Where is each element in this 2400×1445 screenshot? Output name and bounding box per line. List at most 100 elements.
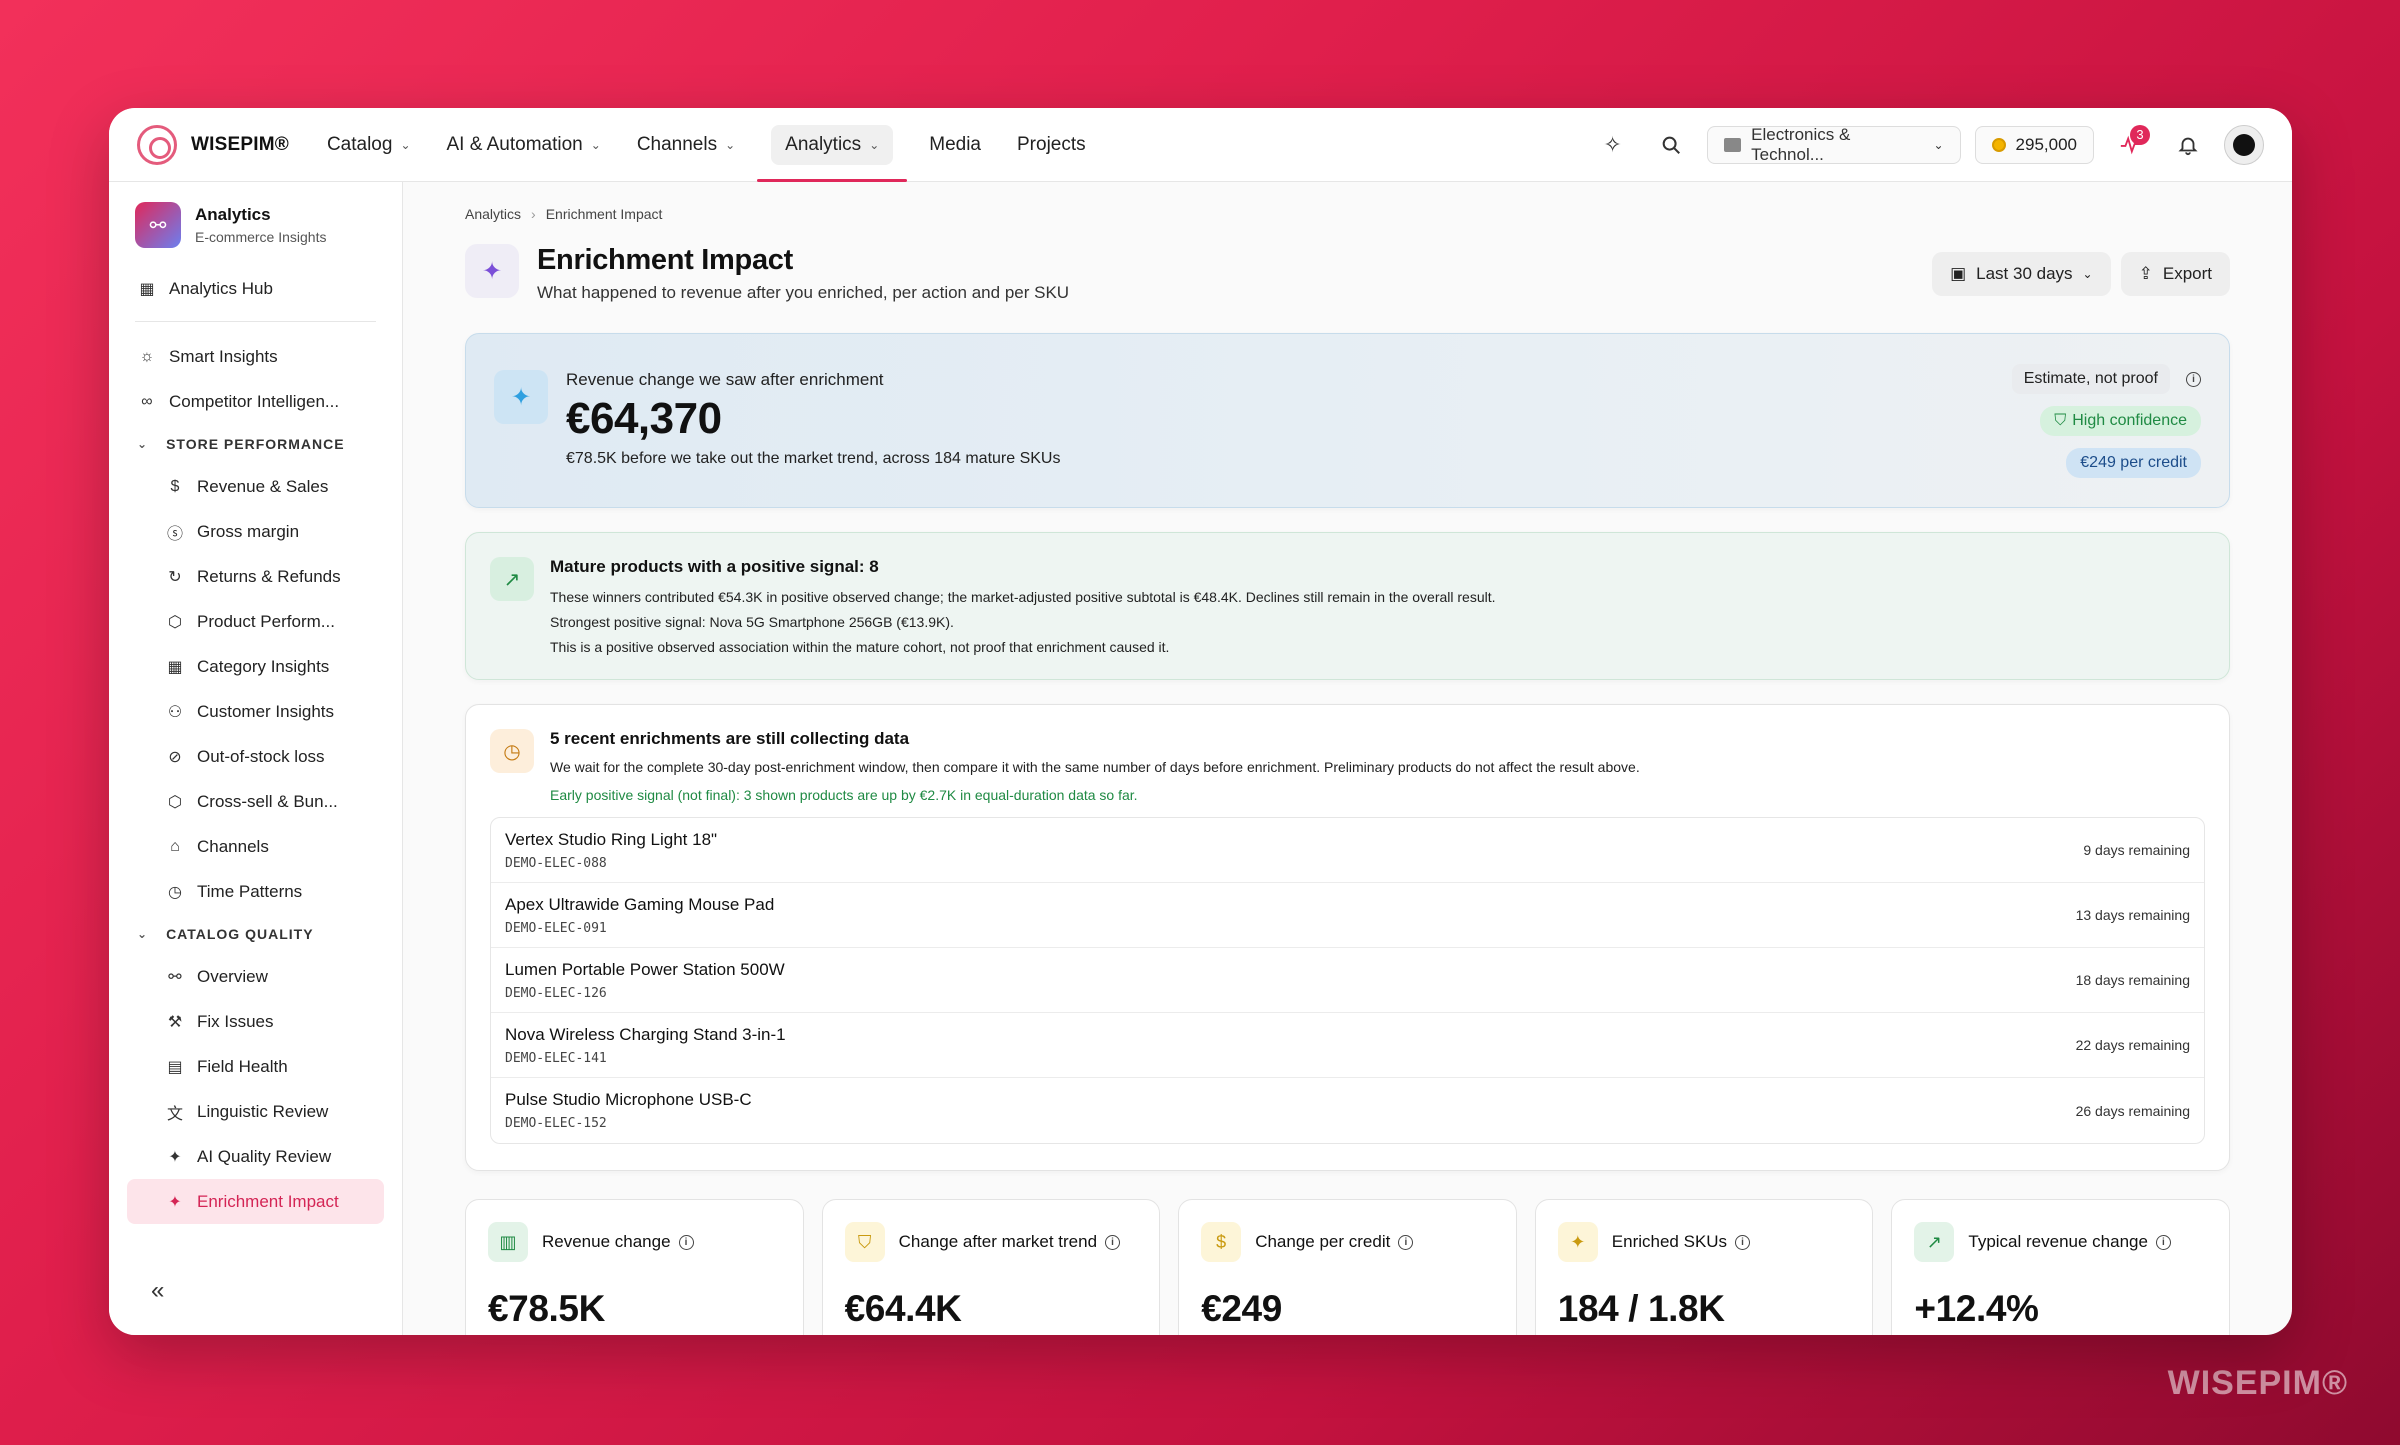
page-subtitle: What happened to revenue after you enric…	[537, 283, 1070, 302]
search-icon[interactable]	[1649, 123, 1693, 167]
info-icon[interactable]: i	[2186, 371, 2201, 387]
brand[interactable]: WISEPIM®	[137, 124, 289, 165]
sidebar-item-category-insights[interactable]: ▦ Category Insights	[127, 644, 384, 689]
per-credit-badge: €249 per credit	[2066, 448, 2201, 478]
clock-icon: ◷	[490, 729, 534, 773]
watermark: WISEPIM®	[2167, 1364, 2348, 1402]
nav-catalog[interactable]: Catalog ⌄	[313, 108, 425, 182]
top-nav: WISEPIM® Catalog ⌄ AI & Automation ⌄ Chann…	[109, 108, 2292, 182]
sidebar-item-cross-sell-bundles[interactable]: ⬡ Cross-sell & Bun...	[127, 779, 384, 824]
sidebar-item-fix-issues[interactable]: ⚒ Fix Issues	[127, 999, 384, 1044]
coin-circle-icon: ⓢ	[166, 525, 183, 543]
signal-line: These winners contributed €54.3K in posi…	[550, 589, 1496, 605]
bell-icon[interactable]	[2166, 123, 2210, 167]
nav-ai-automation[interactable]: AI & Automation ⌄	[433, 108, 615, 182]
package-icon: ⬡	[168, 793, 182, 811]
sidebar-item-product-performance[interactable]: ⬡ Product Perform...	[127, 599, 384, 644]
sparkle-icon: ✦	[168, 1193, 182, 1211]
kpi-card-change-after-market-trend: ⛉ Change after market trend i €64.4K	[821, 1199, 1161, 1335]
kpi-card-enriched-skus: ✦ Enriched SKUs i 184 / 1.8K	[1534, 1199, 1874, 1335]
info-icon[interactable]: i	[1398, 1234, 1414, 1250]
trend-up-icon: ↗	[490, 557, 534, 601]
sidebar-item-gross-margin[interactable]: ⓢ Gross margin	[127, 509, 384, 554]
date-range-button[interactable]: ▣ Last 30 days ⌄	[1932, 252, 2111, 296]
store-selector[interactable]: Electronics & Technol... ⌄	[1706, 125, 1961, 164]
sidebar-item-smart-insights[interactable]: ☼ Smart Insights	[127, 334, 384, 379]
sparkle-icon: ✦	[168, 1148, 182, 1166]
store-flag-icon	[1723, 137, 1742, 152]
chevron-down-icon: ⌄	[400, 137, 411, 152]
confidence-badge: ⛉ High confidence	[2040, 406, 2201, 436]
workflow-icon: ⚯	[168, 968, 182, 986]
nav-projects[interactable]: Projects	[1003, 108, 1100, 182]
chevron-down-icon: ⌄	[137, 927, 149, 941]
section-catalog-quality[interactable]: ⌄ CATALOG QUALITY	[127, 914, 384, 954]
info-icon[interactable]: i	[678, 1234, 694, 1250]
sidebar-item-ai-quality-review[interactable]: ✦ AI Quality Review	[127, 1134, 384, 1179]
sidebar-item-returns-refunds[interactable]: ↻ Returns & Refunds	[127, 554, 384, 599]
positive-signal-card: ↗ Mature products with a positive signal…	[465, 532, 2230, 680]
nav-analytics[interactable]: Analytics ⌄	[757, 108, 908, 182]
translate-icon: 文	[166, 1105, 183, 1123]
signal-title: Mature products with a positive signal: …	[550, 557, 879, 576]
list-item[interactable]: Pulse Studio Microphone USB-C DEMO-ELEC-1…	[491, 1078, 2204, 1143]
store-icon: ⌂	[170, 837, 180, 855]
sidebar-item-analytics-hub[interactable]: ▦ Analytics Hub	[127, 266, 384, 311]
chevron-down-icon: ⌄	[590, 137, 601, 152]
sidebar-item-customer-insights[interactable]: ⚇ Customer Insights	[127, 689, 384, 734]
sidebar-item-field-health[interactable]: ▤ Field Health	[127, 1044, 384, 1089]
wrench-icon: ⚒	[167, 1013, 183, 1031]
kpi-value: €78.5K	[488, 1288, 605, 1329]
export-button[interactable]: ⇪ Export	[2120, 252, 2230, 296]
shield-icon: ⛉	[2054, 412, 2067, 429]
sidebar-item-linguistic-review[interactable]: 文 Linguistic Review	[127, 1089, 384, 1134]
breadcrumb-analytics[interactable]: Analytics	[465, 206, 521, 222]
section-store-performance[interactable]: ⌄ STORE PERFORMANCE	[127, 424, 384, 464]
info-icon[interactable]: i	[1105, 1234, 1121, 1250]
list-item[interactable]: Vertex Studio Ring Light 18" DEMO-ELEC-08…	[491, 818, 2204, 883]
sidebar-item-time-patterns[interactable]: ◷ Time Patterns	[127, 869, 384, 914]
activity-icon[interactable]: 3	[2108, 123, 2152, 167]
avatar[interactable]	[2224, 124, 2264, 165]
kpi-value: +12.4%	[1914, 1288, 2039, 1329]
table-icon: ▤	[167, 1058, 183, 1076]
chevron-down-icon: ⌄	[725, 137, 736, 152]
hero-value: €64,370	[566, 394, 722, 443]
credits-balance[interactable]: 295,000	[1974, 125, 2094, 164]
chevron-right-icon: ›	[531, 206, 536, 222]
list-item[interactable]: Lumen Portable Power Station 500W DEMO-EL…	[491, 948, 2204, 1013]
signal-line: This is a positive observed association …	[550, 639, 1170, 655]
user-icon	[2233, 133, 2255, 156]
binoculars-icon: ∞	[141, 392, 153, 410]
nav-channels[interactable]: Channels ⌄	[623, 108, 749, 182]
collecting-data-card: ◷ 5 recent enrichments are still collect…	[465, 704, 2230, 1171]
kpi-card-change-per-credit: $ Change per credit i €249	[1178, 1199, 1517, 1335]
sidebar-item-channels[interactable]: ⌂ Channels	[127, 824, 384, 869]
nav-media[interactable]: Media	[915, 108, 995, 182]
info-icon[interactable]: i	[1735, 1234, 1751, 1250]
sparkle-icon: ✦	[1557, 1222, 1598, 1262]
list-item[interactable]: Nova Wireless Charging Stand 3-in-1 DEMO-…	[491, 1013, 2204, 1078]
kpi-value: €64.4K	[844, 1288, 962, 1329]
chevron-down-icon: ⌄	[869, 137, 880, 152]
users-icon: ⚇	[167, 703, 183, 721]
chevron-down-icon: ⌄	[2082, 267, 2093, 281]
sidebar-item-competitor-intelligence[interactable]: ∞ Competitor Intelligen...	[127, 379, 384, 424]
activity-badge: 3	[2130, 124, 2150, 145]
box-icon: ⬡	[168, 613, 182, 631]
sidebar-title: Analytics	[195, 205, 271, 224]
collapse-sidebar-icon[interactable]: «	[151, 1277, 164, 1305]
info-icon[interactable]: i	[2155, 1234, 2171, 1250]
grid-icon: ▦	[167, 658, 183, 676]
chevron-down-icon: ⌄	[137, 437, 149, 451]
ai-sparkle-icon[interactable]: ✧	[1591, 123, 1635, 167]
kpi-value: €249	[1201, 1288, 1282, 1329]
sidebar-item-overview[interactable]: ⚯ Overview	[127, 954, 384, 999]
collecting-title: 5 recent enrichments are still collectin…	[550, 729, 910, 748]
sidebar-item-out-of-stock-loss[interactable]: ⊘ Out-of-stock loss	[127, 734, 384, 779]
kpi-value: 184 / 1.8K	[1557, 1288, 1725, 1329]
list-item[interactable]: Apex Ultrawide Gaming Mouse Pad DEMO-ELEC…	[491, 883, 2204, 948]
sidebar-item-revenue-sales[interactable]: $ Revenue & Sales	[127, 464, 384, 509]
sidebar-item-enrichment-impact[interactable]: ✦ Enrichment Impact	[127, 1179, 384, 1224]
calendar-icon: ▣	[1950, 264, 1967, 283]
